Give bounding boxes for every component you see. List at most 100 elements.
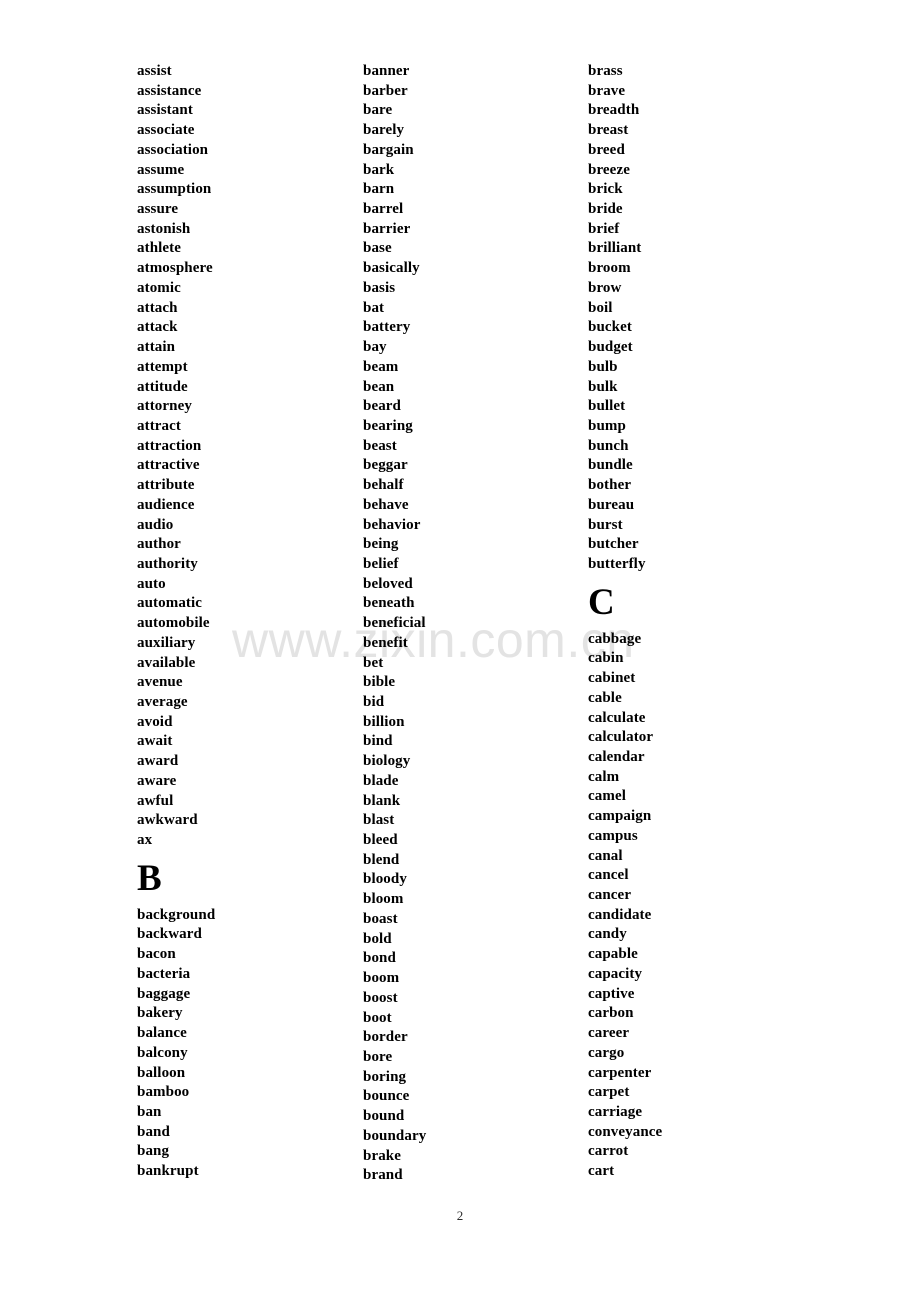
vocabulary-word: bargain (363, 141, 414, 158)
vocabulary-word: budget (588, 339, 633, 356)
vocabulary-word: barber (363, 82, 408, 99)
vocabulary-word: bleed (363, 832, 398, 849)
word-column-3: brass brave breadth breast breed breeze brick b… (588, 62, 803, 1182)
vocabulary-word: audience (137, 496, 195, 513)
vocabulary-word: breeze (588, 161, 630, 178)
vocabulary-word: boost (363, 989, 398, 1006)
vocabulary-word: campus (588, 827, 638, 844)
vocabulary-word: auto (137, 575, 166, 592)
vocabulary-word: attribute (137, 477, 195, 494)
vocabulary-word: attempt (137, 358, 188, 375)
vocabulary-word: assistant (137, 102, 193, 119)
vocabulary-word: bid (363, 694, 385, 710)
vocabulary-word: beggar (363, 457, 408, 474)
vocabulary-word: cargo (588, 1044, 625, 1061)
vocabulary-word: beard (363, 398, 401, 415)
vocabulary-word: calm (588, 768, 620, 785)
vocabulary-word: bean (363, 378, 395, 395)
word-column-2: banner barber bare barely bargain bark barn bar… (363, 62, 578, 1186)
vocabulary-word: astonish (137, 220, 191, 237)
vocabulary-word: attitude (137, 378, 188, 395)
vocabulary-word: assure (137, 201, 179, 218)
vocabulary-word: automobile (137, 615, 210, 632)
vocabulary-word: ax (137, 832, 153, 849)
vocabulary-word: barely (363, 122, 405, 139)
vocabulary-word: barrel (363, 201, 404, 218)
vocabulary-word: beneficial (363, 615, 426, 632)
vocabulary-word: calculate (588, 709, 646, 726)
vocabulary-word: belief (363, 555, 399, 572)
vocabulary-word: assistance (137, 82, 202, 99)
vocabulary-word: boring (363, 1068, 407, 1085)
vocabulary-word: banner (363, 63, 410, 79)
vocabulary-word: cabbage (588, 630, 642, 647)
vocabulary-word: audio (137, 516, 174, 533)
vocabulary-word: breadth (588, 102, 640, 119)
vocabulary-word: breed (588, 141, 625, 158)
vocabulary-word: boot (363, 1009, 392, 1026)
vocabulary-word: burst (588, 516, 623, 533)
vocabulary-word: automatic (137, 595, 203, 612)
vocabulary-word: bounce (363, 1088, 410, 1105)
vocabulary-word: cable (588, 689, 622, 706)
vocabulary-word: candidate (588, 906, 652, 923)
vocabulary-word: beneath (363, 595, 415, 612)
vocabulary-word: attraction (137, 437, 202, 454)
vocabulary-word: broom (588, 260, 631, 277)
vocabulary-word: bare (363, 102, 393, 119)
vocabulary-word: avoid (137, 713, 173, 730)
vocabulary-word: association (137, 141, 209, 158)
vocabulary-word: captive (588, 985, 635, 1002)
vocabulary-word: bind (363, 733, 393, 750)
vocabulary-word: background (137, 906, 216, 923)
vocabulary-word: bound (363, 1108, 405, 1125)
vocabulary-word: bark (363, 161, 395, 178)
vocabulary-word: bat (363, 299, 385, 316)
vocabulary-word: bump (588, 417, 626, 434)
vocabulary-word: bundle (588, 457, 633, 474)
vocabulary-word: bold (363, 930, 392, 947)
vocabulary-word: average (137, 694, 188, 710)
vocabulary-word: atomic (137, 279, 181, 296)
vocabulary-word: boil (588, 299, 613, 316)
vocabulary-word: bay (363, 339, 387, 356)
vocabulary-word: cabinet (588, 670, 636, 687)
vocabulary-word: canal (588, 847, 623, 864)
vocabulary-word: camel (588, 788, 626, 805)
vocabulary-word: athlete (137, 240, 182, 257)
vocabulary-word: being (363, 536, 399, 553)
vocabulary-word: behave (363, 496, 409, 513)
vocabulary-word: bankrupt (137, 1163, 199, 1180)
vocabulary-word: basically (363, 260, 420, 277)
vocabulary-word: career (588, 1025, 630, 1042)
vocabulary-word: brick (588, 181, 623, 198)
vocabulary-word: cabin (588, 650, 624, 667)
vocabulary-word: bureau (588, 496, 635, 513)
vocabulary-word: atmosphere (137, 260, 213, 277)
vocabulary-word: billion (363, 713, 405, 730)
vocabulary-word: barrier (363, 220, 411, 237)
vocabulary-word: border (363, 1029, 408, 1046)
vocabulary-word: campaign (588, 808, 652, 825)
vocabulary-word: bloom (363, 891, 404, 908)
vocabulary-word: capable (588, 946, 638, 963)
vocabulary-word: carriage (588, 1103, 643, 1120)
vocabulary-word: bacteria (137, 965, 191, 982)
vocabulary-word: blade (363, 772, 399, 789)
vocabulary-word: brass (588, 63, 623, 79)
word-column-1: assist assistance assistant associate associ… (137, 62, 352, 1182)
vocabulary-word: auxiliary (137, 634, 196, 651)
vocabulary-word: calendar (588, 749, 645, 765)
vocabulary-word: attractive (137, 457, 200, 474)
vocabulary-word: balloon (137, 1064, 186, 1081)
vocabulary-word: attain (137, 339, 176, 356)
vocabulary-word: bloody (363, 871, 407, 888)
vocabulary-word: bet (363, 654, 384, 671)
vocabulary-word: beloved (363, 575, 413, 592)
vocabulary-word: band (137, 1123, 170, 1140)
vocabulary-word: carbon (588, 1005, 634, 1022)
vocabulary-word: breast (588, 122, 629, 139)
vocabulary-word: backward (137, 926, 202, 943)
vocabulary-word: bride (588, 201, 623, 218)
vocabulary-word: blast (363, 812, 395, 829)
